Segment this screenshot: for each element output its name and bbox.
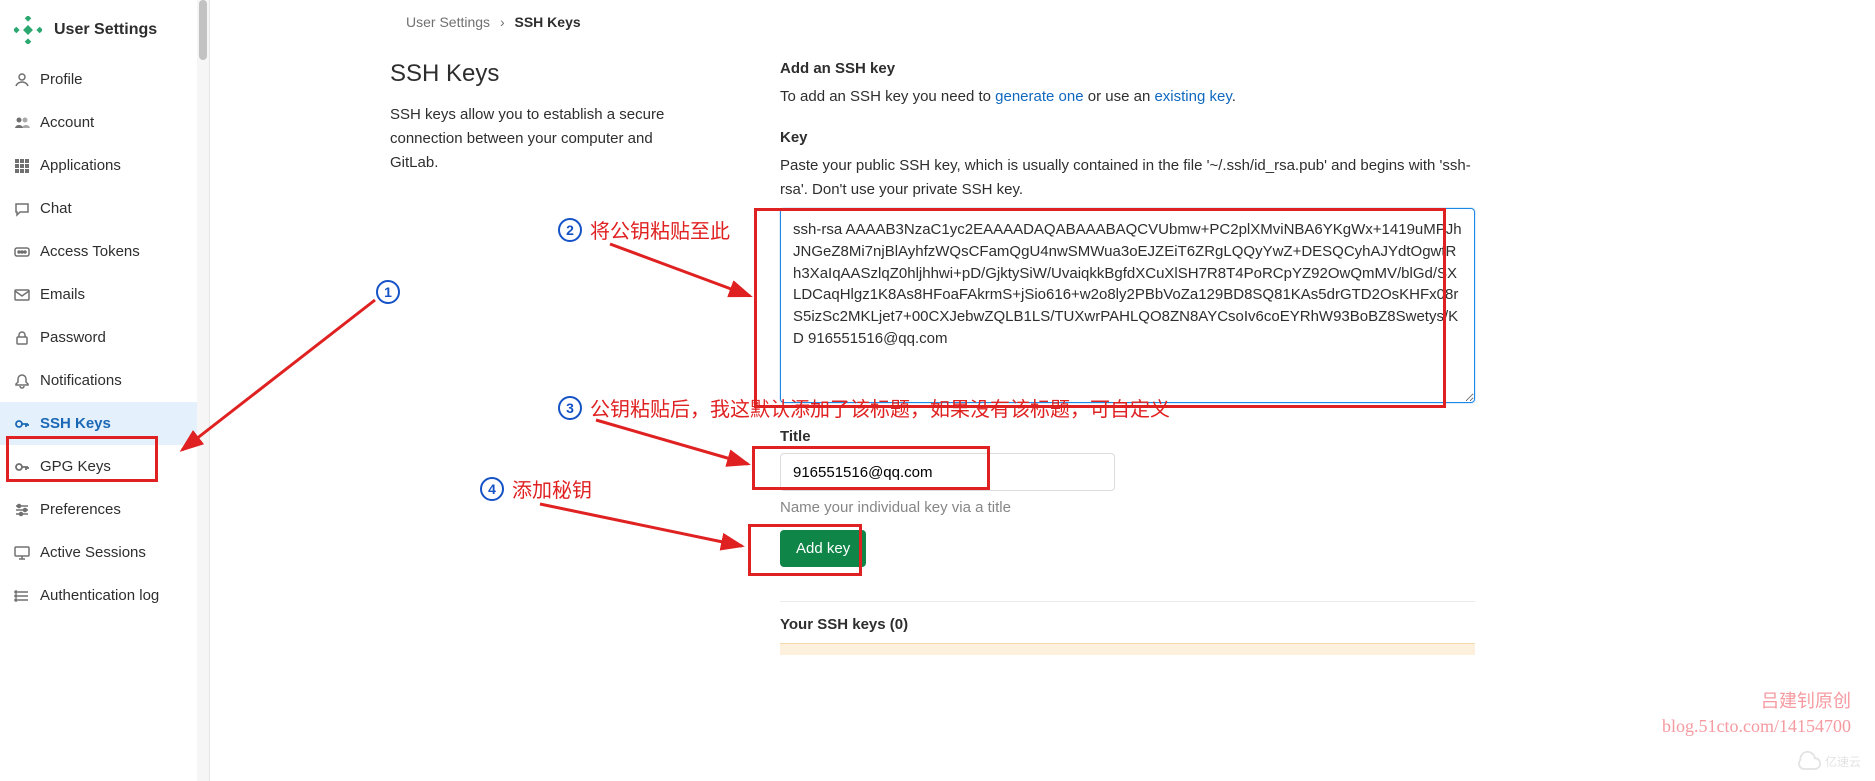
- sidebar-item-label: Preferences: [40, 501, 121, 518]
- sidebar-title: User Settings: [54, 21, 157, 39]
- content: User Settings › SSH Keys SSH Keys SSH ke…: [210, 0, 1875, 781]
- lock-icon: [14, 330, 30, 346]
- ssh-key-textarea[interactable]: [780, 208, 1475, 403]
- title-label: Title: [780, 428, 1475, 445]
- token-icon: [14, 244, 30, 260]
- app-logo: [14, 16, 42, 44]
- sidebar-item-active-sessions[interactable]: Active Sessions: [0, 531, 209, 574]
- sidebar-header: User Settings: [0, 10, 209, 58]
- sidebar-item-profile[interactable]: Profile: [0, 58, 209, 101]
- key-label: Key: [780, 129, 1475, 146]
- breadcrumb: User Settings › SSH Keys: [390, 14, 1827, 60]
- watermark-logo: 亿速云: [1795, 746, 1865, 781]
- profile-icon: [14, 72, 30, 88]
- sidebar-item-password[interactable]: Password: [0, 316, 209, 359]
- sidebar-item-account[interactable]: Account: [0, 101, 209, 144]
- sidebar-item-emails[interactable]: Emails: [0, 273, 209, 316]
- sidebar-item-label: Authentication log: [40, 587, 159, 604]
- sidebar-item-applications[interactable]: Applications: [0, 144, 209, 187]
- sidebar-item-label: Access Tokens: [40, 243, 140, 260]
- sidebar-item-label: Active Sessions: [40, 544, 146, 561]
- add-key-button[interactable]: Add key: [780, 530, 866, 567]
- key-icon: [14, 459, 30, 475]
- add-key-intro: To add an SSH key you need to generate o…: [780, 85, 1475, 109]
- key-help: Paste your public SSH key, which is usua…: [780, 154, 1475, 202]
- separator: [780, 601, 1475, 602]
- watermark-text: 吕建钊原创 blog.51cto.com/14154700: [1662, 689, 1851, 739]
- sidebar-item-notifications[interactable]: Notifications: [0, 359, 209, 402]
- bell-icon: [14, 373, 30, 389]
- page-description: SSH keys allow you to establish a secure…: [390, 103, 700, 175]
- sidebar-item-label: Notifications: [40, 372, 122, 389]
- title-input[interactable]: [780, 453, 1115, 491]
- sidebar-item-access-tokens[interactable]: Access Tokens: [0, 230, 209, 273]
- sidebar-item-chat[interactable]: Chat: [0, 187, 209, 230]
- sidebar-item-label: Profile: [40, 71, 83, 88]
- sidebar-item-label: Chat: [40, 200, 72, 217]
- account-icon: [14, 115, 30, 131]
- breadcrumb-root[interactable]: User Settings: [406, 14, 490, 30]
- sidebar-item-label: Account: [40, 114, 94, 131]
- add-key-heading: Add an SSH key: [780, 60, 1475, 77]
- breadcrumb-current: SSH Keys: [515, 14, 581, 30]
- monitor-icon: [14, 545, 30, 561]
- sidebar: User Settings Profile Account Applicatio…: [0, 0, 210, 781]
- sidebar-item-label: SSH Keys: [40, 415, 111, 432]
- title-hint: Name your individual key via a title: [780, 499, 1475, 516]
- existing-key-link[interactable]: existing key: [1154, 88, 1231, 105]
- sidebar-item-label: GPG Keys: [40, 458, 111, 475]
- sidebar-item-label: Password: [40, 329, 106, 346]
- sidebar-item-label: Applications: [40, 157, 121, 174]
- ssh-key-list-heading: Your SSH keys (0): [780, 616, 1475, 633]
- empty-key-banner: [780, 643, 1475, 655]
- generate-one-link[interactable]: generate one: [995, 88, 1083, 105]
- sidebar-item-preferences[interactable]: Preferences: [0, 488, 209, 531]
- breadcrumb-sep: ›: [494, 14, 511, 30]
- sidebar-item-ssh-keys[interactable]: SSH Keys: [0, 402, 209, 445]
- key-icon: [14, 416, 30, 432]
- svg-text:亿速云: 亿速云: [1825, 754, 1861, 769]
- page-title: SSH Keys: [390, 60, 700, 88]
- sidebar-scrollbar[interactable]: [197, 0, 209, 781]
- sidebar-item-gpg-keys[interactable]: GPG Keys: [0, 445, 209, 488]
- mail-icon: [14, 287, 30, 303]
- scrollbar-thumb[interactable]: [199, 0, 207, 60]
- list-icon: [14, 588, 30, 604]
- sidebar-item-authentication-log[interactable]: Authentication log: [0, 574, 209, 617]
- sidebar-item-label: Emails: [40, 286, 85, 303]
- sliders-icon: [14, 502, 30, 518]
- chat-icon: [14, 201, 30, 217]
- applications-icon: [14, 158, 30, 174]
